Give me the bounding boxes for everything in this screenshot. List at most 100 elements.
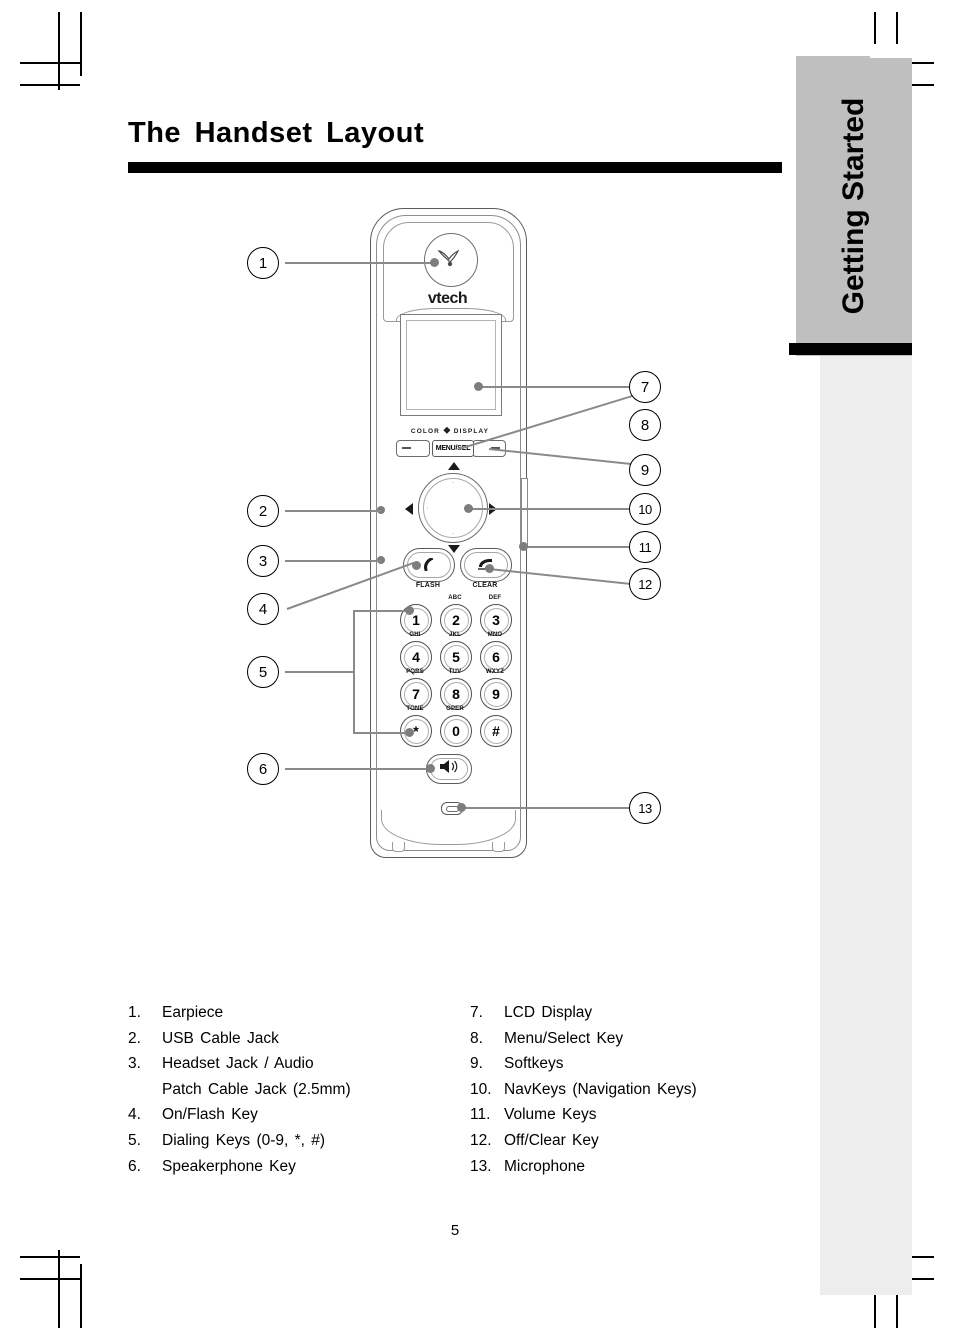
legend-item-number: 12. bbox=[470, 1131, 492, 1149]
lcd-display bbox=[400, 314, 502, 416]
legend-item: 11. Volume Keys bbox=[470, 1102, 770, 1128]
legend-item: 13. Microphone bbox=[470, 1154, 770, 1180]
callout-3: 3 bbox=[247, 545, 279, 577]
legend-item-label: Speakerphone Key bbox=[162, 1157, 296, 1175]
brand-logo: vtech bbox=[427, 290, 468, 307]
volume-keys[interactable] bbox=[521, 478, 528, 546]
section-tab-notch bbox=[870, 44, 912, 58]
softkey-left[interactable] bbox=[396, 440, 430, 457]
leader-dot-13 bbox=[457, 803, 466, 812]
leader-dot-10 bbox=[464, 504, 473, 513]
dial-key-letters-2: ABC bbox=[448, 595, 462, 601]
legend-item-label: Menu/Select Key bbox=[504, 1029, 624, 1047]
legend-column-right: 7. LCD Display 8. Menu/Select Key 9. Softkeys… bbox=[470, 1000, 770, 1179]
handset-diagram: vtech COLOR ❖ DISPLAY MENU/SEL FLASH CLE… bbox=[0, 190, 790, 890]
leader-dot-7 bbox=[474, 382, 483, 391]
legend-item-number: 8. bbox=[470, 1029, 483, 1047]
legend-item: 9. Softkeys bbox=[470, 1051, 770, 1077]
dial-key-letters-6: MNO bbox=[487, 632, 503, 638]
menu-select-key[interactable]: MENU/SEL bbox=[432, 440, 474, 457]
callout-13: 13 bbox=[629, 792, 661, 824]
flash-key-caption: FLASH bbox=[415, 582, 441, 589]
title-rule bbox=[128, 162, 782, 173]
legend-item: 3. Headset Jack / Audio bbox=[128, 1051, 468, 1077]
legend-item-label: LCD Display bbox=[504, 1004, 593, 1021]
legend-item-number: 9. bbox=[470, 1055, 483, 1073]
legend-item: 2. USB Cable Jack bbox=[128, 1026, 468, 1052]
legend-item-number: 6. bbox=[128, 1157, 141, 1175]
page-number: 5 bbox=[450, 1222, 460, 1239]
leader-dot-11 bbox=[519, 542, 528, 551]
side-margin-strip bbox=[820, 355, 912, 1295]
dial-key-letters-4: GHI bbox=[409, 632, 421, 638]
legend-item-label: USB Cable Jack bbox=[162, 1029, 279, 1047]
leader-line-10 bbox=[468, 508, 630, 510]
legend-item-label: Microphone bbox=[504, 1157, 585, 1175]
legend-item-continuation: Patch Cable Jack (2.5mm) bbox=[162, 1080, 351, 1098]
legend-item-number: 1. bbox=[128, 1004, 141, 1021]
dial-key-letters-7: PQRS bbox=[406, 669, 424, 675]
leader-dot-5b bbox=[405, 728, 414, 737]
callout-5: 5 bbox=[247, 656, 279, 688]
leader-line-6 bbox=[285, 768, 430, 770]
legend-item-number: 11. bbox=[470, 1106, 491, 1124]
legend-item-number: 13. bbox=[470, 1157, 492, 1175]
dial-key-0[interactable]: 0 bbox=[440, 715, 472, 747]
callout-11: 11 bbox=[629, 531, 661, 563]
dial-key-#[interactable]: # bbox=[480, 715, 512, 747]
section-tab: Getting Started bbox=[796, 56, 912, 356]
legend-item: 8. Menu/Select Key bbox=[470, 1026, 770, 1052]
legend-item-label: Earpiece bbox=[162, 1004, 224, 1021]
nav-up-arrow-icon bbox=[448, 462, 460, 470]
dial-key-letters-0: OPER bbox=[446, 706, 464, 712]
handset-pickup-icon bbox=[420, 556, 438, 573]
dialing-keypad: 1 ABC 2 DEF 3 GHI 4 JKL 5 MNO 6 PQRS 7 TUV 8 WXYZ 9 TONE *… bbox=[400, 594, 512, 747]
legend-item-number: 4. bbox=[128, 1106, 141, 1124]
legend-item: 1. Earpiece bbox=[128, 1000, 468, 1026]
leader-line-13 bbox=[461, 807, 630, 809]
section-tab-rule bbox=[789, 343, 912, 355]
leader-line-11 bbox=[523, 546, 630, 548]
dial-key-9[interactable]: 9 bbox=[480, 678, 512, 710]
legend-item-label: Volume Keys bbox=[504, 1106, 597, 1124]
leader-line-5a bbox=[285, 671, 355, 673]
clear-key-caption: CLEAR bbox=[472, 582, 498, 589]
leader-line-2 bbox=[285, 510, 381, 512]
legend-item-number: 5. bbox=[128, 1131, 141, 1149]
legend-column-left: 1. Earpiece 2. USB Cable Jack 3. Headset Jack… bbox=[128, 1000, 468, 1179]
legend-item-number: 7. bbox=[470, 1004, 483, 1021]
callout-12: 12 bbox=[629, 568, 661, 600]
leader-dot-4 bbox=[412, 561, 421, 570]
legend-item-number: 2. bbox=[128, 1029, 141, 1047]
leader-dot-1 bbox=[430, 258, 439, 267]
legend-item-label: On/Flash Key bbox=[162, 1106, 258, 1124]
legend-item-label: Softkeys bbox=[504, 1055, 564, 1073]
nav-left-arrow-icon bbox=[405, 503, 413, 515]
color-display-label: COLOR ❖ DISPLAY bbox=[400, 425, 500, 436]
legend-item-label: Dialing Keys (0-9, *, #) bbox=[162, 1131, 326, 1149]
legend-item-label: Off/Clear Key bbox=[504, 1131, 599, 1149]
callout-4: 4 bbox=[247, 593, 279, 625]
leader-line-7 bbox=[478, 386, 630, 388]
legend-item: 4. On/Flash Key bbox=[128, 1102, 468, 1128]
leader-line-5b bbox=[353, 610, 355, 734]
callout-10: 10 bbox=[629, 493, 661, 525]
legend-item-number: 3. bbox=[128, 1055, 141, 1073]
callout-8: 8 bbox=[629, 409, 661, 441]
legend-item-number: 10. bbox=[470, 1080, 492, 1098]
manual-page: Getting Started The Handset Layout vtech… bbox=[0, 0, 954, 1339]
color-display-icon: ❖ bbox=[442, 425, 451, 436]
handset-foot-left bbox=[392, 842, 405, 852]
speaker-icon bbox=[438, 759, 460, 779]
callout-7: 7 bbox=[629, 371, 661, 403]
leader-line-3 bbox=[285, 560, 381, 562]
softkey-left-dash bbox=[402, 447, 411, 449]
color-display-suffix: DISPLAY bbox=[453, 428, 490, 435]
callout-2: 2 bbox=[247, 495, 279, 527]
legend-item: 6. Speakerphone Key bbox=[128, 1154, 468, 1180]
dial-key-letters-8: TUV bbox=[448, 669, 462, 675]
leader-line-5c bbox=[353, 610, 409, 612]
legend-item: 7. LCD Display bbox=[470, 1000, 770, 1026]
callout-1: 1 bbox=[247, 247, 279, 279]
dial-key-letters-*: TONE bbox=[406, 706, 424, 712]
